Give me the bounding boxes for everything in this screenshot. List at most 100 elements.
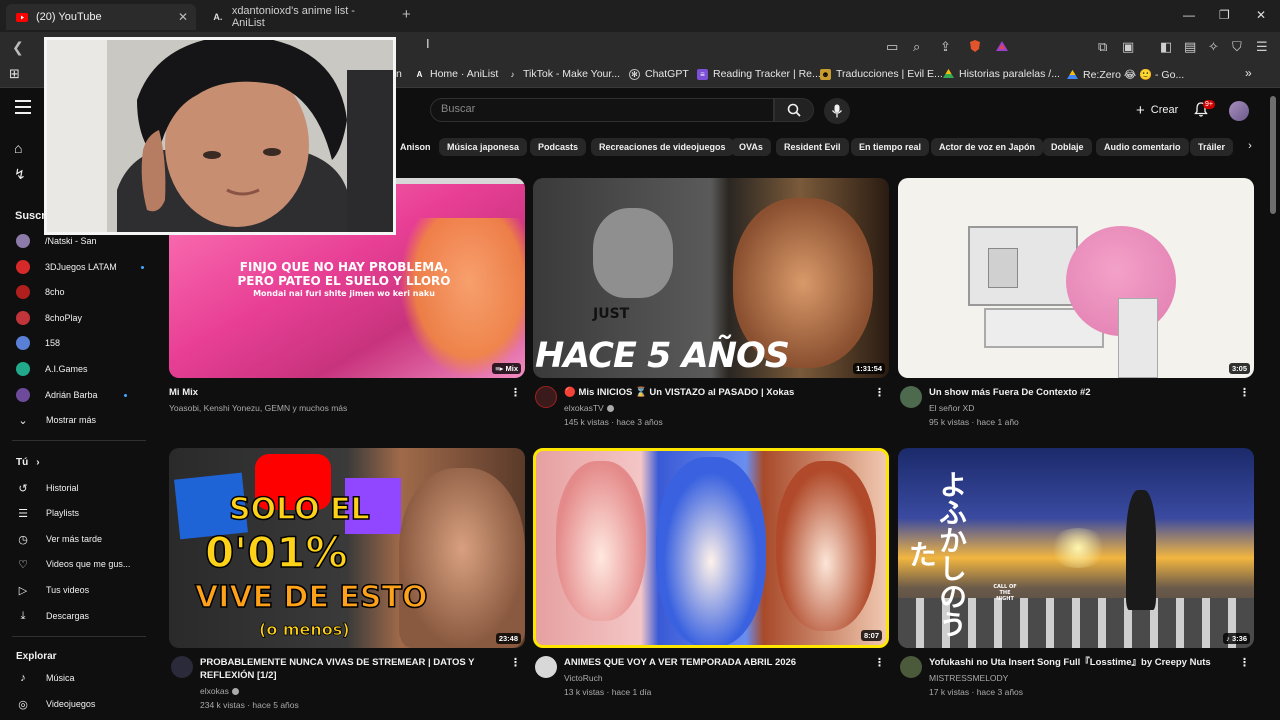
more-options-icon[interactable]: ⋮ (1239, 656, 1250, 669)
bookmark-reading-tracker[interactable]: ≡ Reading Tracker | Re... (697, 68, 821, 80)
channel-avatar[interactable] (535, 386, 557, 408)
tab-youtube[interactable]: (20) YouTube ✕ (6, 4, 196, 30)
video-channel[interactable]: elxokas (200, 686, 239, 696)
share-icon[interactable]: ⇪ (940, 39, 951, 55)
vpn-icon[interactable]: ⛉ (1232, 39, 1242, 55)
video-title[interactable]: Yofukashi no Uta Insert Song Full『Lossti… (929, 656, 1229, 669)
video-thumbnail[interactable]: 8:07 (533, 448, 889, 648)
sidebar-item-downloads[interactable]: ⤓ Descargas (16, 607, 146, 625)
video-channel[interactable]: Yoasobi, Kenshi Yonezu, GEMN y muchos má… (169, 403, 347, 413)
bookmark-traducciones[interactable]: ☻ Traducciones | Evil E... (820, 68, 943, 80)
video-channel[interactable]: MISTRESSMELODY (929, 673, 1008, 683)
subscription-item[interactable]: 3DJuegos LATAM (16, 258, 146, 276)
video-title[interactable]: PROBABLEMENTE NUNCA VIVAS DE STREMEAR | … (200, 656, 500, 682)
subscription-item[interactable]: A.I.Games (16, 360, 146, 378)
more-options-icon[interactable]: ⋮ (874, 656, 885, 669)
voice-search-button[interactable] (824, 98, 850, 124)
video-channel[interactable]: El señor XD (929, 403, 974, 413)
chip-doblaje[interactable]: Doblaje (1043, 138, 1092, 156)
new-tab-button[interactable]: + (402, 6, 411, 23)
brave-rewards-icon[interactable] (995, 39, 1009, 56)
new-content-dot (141, 265, 144, 269)
more-options-icon[interactable]: ⋮ (510, 656, 521, 669)
chip-actor-de-voz[interactable]: Actor de voz en Japón (931, 138, 1044, 156)
video-title[interactable]: 🔴 Mis INICIOS ⌛ Un VISTAZO al PASADO | X… (564, 386, 864, 399)
chip-recreaciones[interactable]: Recreaciones de videojuegos (591, 138, 734, 156)
chevron-right-icon[interactable]: › (1240, 136, 1260, 156)
chip-en-tiempo-real[interactable]: En tiempo real (851, 138, 930, 156)
apps-grid-icon[interactable]: ⊞ (9, 66, 20, 82)
chip-ovas[interactable]: OVAs (731, 138, 771, 156)
hamburger-menu-icon[interactable] (15, 100, 31, 118)
scrollbar-thumb[interactable] (1270, 96, 1276, 214)
bookmark-partial[interactable]: n (396, 68, 402, 80)
brave-shield-icon[interactable] (968, 39, 982, 56)
extensions-icon[interactable]: ⧉ (1098, 39, 1107, 55)
video-channel[interactable]: elxokasTV (564, 403, 614, 413)
subscription-item[interactable]: Adrián Barba (16, 386, 146, 404)
chip-audio-comentario[interactable]: Audio comentario (1096, 138, 1189, 156)
chip-musica-japonesa[interactable]: Música japonesa (439, 138, 528, 156)
chip-podcasts[interactable]: Podcasts (530, 138, 587, 156)
sidebar-item-playlists[interactable]: ☰ Playlists (16, 504, 146, 522)
chip-anison[interactable]: Anison (392, 138, 439, 156)
more-bookmarks-icon[interactable]: » (1245, 66, 1252, 80)
tab-anilist[interactable]: A. xdantonioxd's anime list - AniList (202, 4, 398, 30)
video-duration: 1:31:54 (853, 363, 885, 374)
sidebar-toggle-icon[interactable]: ◧ (1160, 39, 1172, 55)
more-options-icon[interactable]: ⋮ (1239, 386, 1250, 399)
close-tab-icon[interactable]: ✕ (178, 10, 188, 24)
video-thumbnail[interactable]: よふかしのうた CALL OF THE NIGHT ♪ 3:36 (898, 448, 1254, 648)
create-button[interactable]: + Crear (1126, 98, 1188, 122)
subscription-item[interactable]: 158 (16, 334, 146, 352)
more-options-icon[interactable]: ⋮ (874, 386, 885, 399)
screenshot-icon[interactable]: ▣ (1122, 39, 1134, 55)
sidebar-item-gaming[interactable]: ◎ Videojuegos (16, 695, 146, 713)
channel-avatar (16, 285, 30, 299)
video-thumbnail[interactable]: 3:05 (898, 178, 1254, 378)
sidebar-item-music[interactable]: ♪ Música (16, 669, 146, 687)
video-title[interactable]: Mi Mix (169, 386, 469, 399)
leo-ai-icon[interactable]: ✧ (1208, 39, 1219, 55)
sidebar-item-history[interactable]: ↺ Historial (16, 479, 146, 497)
show-more-button[interactable]: ⌄ Mostrar más (16, 411, 146, 429)
video-title[interactable]: ANIMES QUE VOY A VER TEMPORADA ABRIL 202… (564, 656, 864, 669)
home-icon[interactable]: ⌂ (14, 140, 22, 156)
you-heading[interactable]: Tú › (16, 453, 146, 471)
shorts-icon[interactable]: ↯ (14, 166, 26, 183)
channel-avatar[interactable] (900, 386, 922, 408)
video-thumbnail[interactable]: JUST HACE 5 AÑOS 1:31:54 (533, 178, 889, 378)
subscription-item[interactable]: 8choPlay (16, 309, 146, 327)
more-options-icon[interactable]: ⋮ (510, 386, 521, 399)
cast-icon[interactable]: ▭ (886, 39, 898, 55)
video-title[interactable]: Un show más Fuera De Contexto #2 (929, 386, 1229, 399)
channel-avatar[interactable] (900, 656, 922, 678)
bookmark-chatgpt[interactable]: ✻ ChatGPT (629, 68, 689, 80)
video-stats: 145 k vistas · hace 3 años (564, 417, 663, 427)
sidebar-item-liked-videos[interactable]: ♡ Videos que me gus... (16, 555, 146, 573)
account-avatar[interactable] (1229, 101, 1249, 121)
bookmark-historias[interactable]: Historias paralelas /... (943, 68, 1060, 80)
bookmark-anilist[interactable]: A Home · AniList (414, 68, 499, 80)
verified-icon (606, 405, 614, 412)
back-icon[interactable]: ❮ (12, 39, 24, 56)
sidebar-item-watch-later[interactable]: ◷ Ver más tarde (16, 530, 146, 548)
browser-menu-icon[interactable]: ☰ (1256, 39, 1268, 55)
video-channel[interactable]: VictoRuch (564, 673, 603, 683)
search-button[interactable] (774, 98, 814, 122)
zoom-icon[interactable]: ⌕ (913, 39, 920, 55)
wallet-icon[interactable]: ▤ (1184, 39, 1196, 55)
bookmark-tiktok[interactable]: ♪ TikTok - Make Your... (507, 68, 621, 80)
chip-trailer[interactable]: Tráiler (1190, 138, 1234, 156)
video-thumbnail[interactable]: SOLO EL 0'01% VIVE DE ESTO (o menos) 23:… (169, 448, 525, 648)
maximize-icon[interactable]: ❐ (1219, 8, 1230, 22)
sidebar-item-your-videos[interactable]: ▷ Tus videos (16, 581, 146, 599)
channel-avatar[interactable] (535, 656, 557, 678)
search-input[interactable]: Buscar (430, 98, 774, 122)
subscription-item[interactable]: 8cho (16, 283, 146, 301)
chip-resident-evil[interactable]: Resident Evil (776, 138, 849, 156)
bookmark-rezero[interactable]: Re:Zero 😂 🙂 - Go... (1067, 68, 1184, 81)
channel-avatar[interactable] (171, 656, 193, 678)
close-window-icon[interactable]: ✕ (1256, 8, 1266, 22)
minimize-icon[interactable]: — (1183, 8, 1195, 22)
